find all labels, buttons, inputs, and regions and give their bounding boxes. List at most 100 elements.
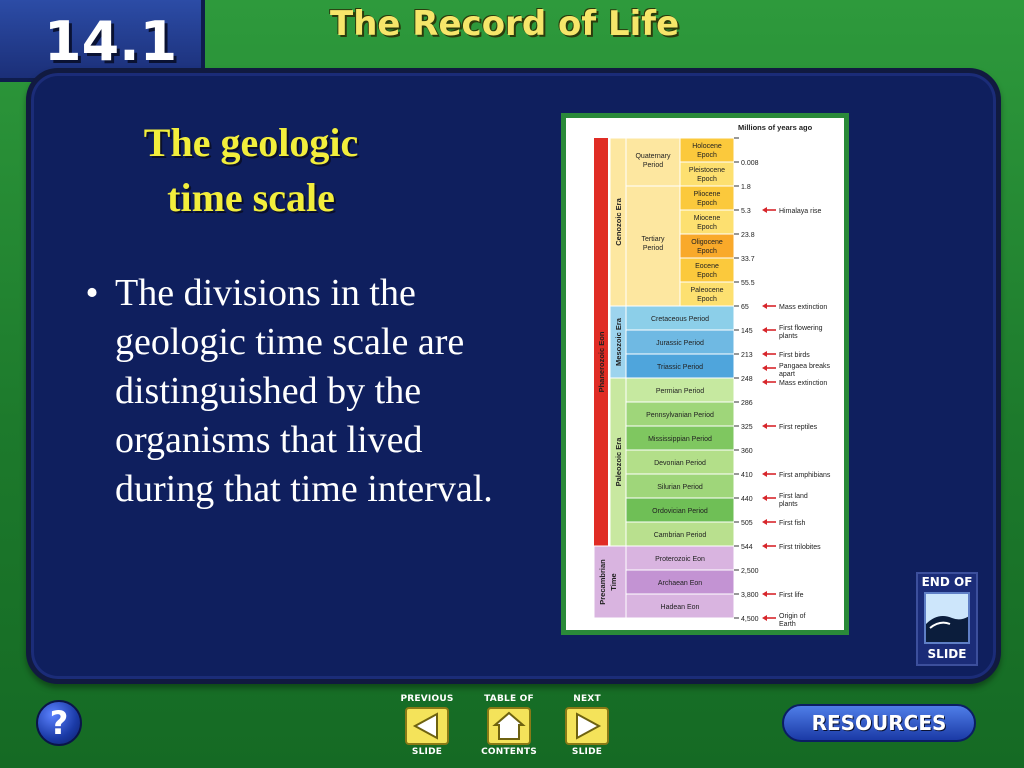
epoch-label-line2: Epoch <box>697 248 717 255</box>
next-label-top: NEXT <box>573 694 601 704</box>
era-label: Cenozoic Era <box>614 197 623 245</box>
scale-tick-label: 23.8 <box>741 232 755 239</box>
era-label: Mesozoic Era <box>614 317 623 366</box>
scale-tick-label: 410 <box>741 472 753 479</box>
event-label: Mass extinction <box>779 380 827 387</box>
end-of-slide-label-top: END OF <box>921 575 973 589</box>
period-quaternary-label-1: Quaternary <box>635 153 671 160</box>
bullet-marker: • <box>85 272 99 314</box>
event-label-line2: apart <box>779 371 795 378</box>
event-arrowhead <box>762 207 767 213</box>
period-label: Silurian Period <box>657 484 703 491</box>
event-arrowhead <box>762 365 767 371</box>
scale-tick-label: 544 <box>741 544 753 551</box>
event-arrowhead <box>762 471 767 477</box>
toc-label-top: TABLE OF <box>484 694 534 704</box>
home-icon <box>487 707 531 745</box>
period-label: Hadean Eon <box>661 604 700 611</box>
scale-tick-label: 213 <box>741 352 753 359</box>
event-arrowhead <box>762 495 767 501</box>
precambrian-label-line2: Time <box>609 573 618 590</box>
period-label: Devonian Period <box>654 460 706 467</box>
scale-tick-label: 145 <box>741 328 753 335</box>
event-arrowhead <box>762 519 767 525</box>
slide-stage: 14.1 The Record of Life The geologic tim… <box>0 0 1024 768</box>
geologic-time-scale-diagram: Millions of years ago Quaternary Period Ter… <box>593 123 831 628</box>
previous-arrow-icon <box>405 707 449 745</box>
event-label-line2: Earth <box>779 621 796 628</box>
period-tertiary-label-1: Tertiary <box>642 236 665 243</box>
slide-heading-line2: time scale <box>167 175 335 220</box>
period-label: Ordovician Period <box>652 508 708 515</box>
event-arrowhead <box>762 351 767 357</box>
help-button[interactable]: ? <box>36 700 82 746</box>
event-label-line2: plants <box>779 501 798 508</box>
table-of-contents-button[interactable]: TABLE OF CONTENTS <box>480 694 538 764</box>
bullet-point: • The divisions in the geologic time sca… <box>69 269 529 514</box>
scale-tick-label: 2,500 <box>741 568 759 575</box>
end-of-slide-button[interactable]: END OF SLIDE <box>916 572 978 666</box>
event-arrowhead <box>762 379 767 385</box>
event-arrowhead <box>762 423 767 429</box>
epoch-label-line1: Oligocene <box>691 239 723 246</box>
event-label: First reptiles <box>779 424 818 431</box>
content-panel: The geologic time scale • The divisions … <box>26 68 1001 684</box>
event-arrowhead <box>762 591 767 597</box>
scale-tick-label: 4,500 <box>741 616 759 623</box>
epoch-label-line2: Epoch <box>697 224 717 231</box>
event-label: First birds <box>779 352 810 359</box>
next-slide-button[interactable]: NEXT SLIDE <box>558 694 616 764</box>
period-label: Cretaceous Period <box>651 316 709 323</box>
epoch-label-line2: Epoch <box>697 272 717 279</box>
event-label-line2: plants <box>779 333 798 340</box>
epoch-label-line1: Paleocene <box>690 287 723 294</box>
period-tertiary-label-2: Period <box>643 245 663 252</box>
scale-tick-label: 5.3 <box>741 208 751 215</box>
epoch-label-line2: Epoch <box>697 176 717 183</box>
previous-slide-button[interactable]: PREVIOUS SLIDE <box>398 694 456 764</box>
event-label-line1: First land <box>779 493 808 500</box>
previous-label-top: PREVIOUS <box>400 694 454 704</box>
event-label: First amphibians <box>779 472 831 479</box>
period-label: Jurassic Period <box>656 340 704 347</box>
epoch-label-line1: Pliocene <box>694 191 721 198</box>
epoch-label-line2: Epoch <box>697 200 717 207</box>
event-label: First trilobites <box>779 544 821 551</box>
period-label: Proterozoic Eon <box>655 556 705 563</box>
scale-tick-label: 0.008 <box>741 160 759 167</box>
scale-tick-label: 248 <box>741 376 753 383</box>
event-arrowhead <box>762 327 767 333</box>
scale-tick-label: 3,800 <box>741 592 759 599</box>
period-label: Cambrian Period <box>654 532 707 539</box>
event-label: First fish <box>779 520 806 527</box>
scale-tick-label: 55.5 <box>741 280 755 287</box>
event-label-line1: Origin of <box>779 613 806 620</box>
slide-heading-line1: The geologic <box>143 120 359 165</box>
next-label-bottom: SLIDE <box>571 747 603 757</box>
epoch-label-line1: Holocene <box>692 143 722 150</box>
next-arrow-icon <box>565 707 609 745</box>
event-label: Himalaya rise <box>779 208 822 215</box>
resources-button[interactable]: RESOURCES <box>782 704 976 742</box>
scale-tick-label: 325 <box>741 424 753 431</box>
geologic-time-scale-figure: Millions of years ago Quaternary Period Ter… <box>561 113 849 635</box>
previous-label-bottom: SLIDE <box>411 747 443 757</box>
period-label: Triassic Period <box>657 364 703 371</box>
event-arrowhead <box>762 303 767 309</box>
precambrian-label-line1: Precambrian <box>598 559 607 605</box>
epoch-label-line1: Eocene <box>695 263 719 270</box>
end-of-slide-label-bottom: SLIDE <box>927 647 967 661</box>
period-label: Pennsylvanian Period <box>646 412 714 419</box>
event-arrowhead <box>762 615 767 621</box>
chapter-title: The Record of Life <box>330 4 680 44</box>
epoch-label-line1: Miocene <box>694 215 721 222</box>
period-quaternary-label-2: Period <box>643 162 663 169</box>
end-of-slide-icon <box>924 592 970 644</box>
scale-tick-label: 360 <box>741 448 753 455</box>
scale-tick-label: 65 <box>741 304 749 311</box>
scale-tick-label: 286 <box>741 400 753 407</box>
period-label: Archaean Eon <box>658 580 702 587</box>
scale-tick-label: 440 <box>741 496 753 503</box>
period-label: Mississippian Period <box>648 436 712 443</box>
period-label: Permian Period <box>656 388 704 395</box>
